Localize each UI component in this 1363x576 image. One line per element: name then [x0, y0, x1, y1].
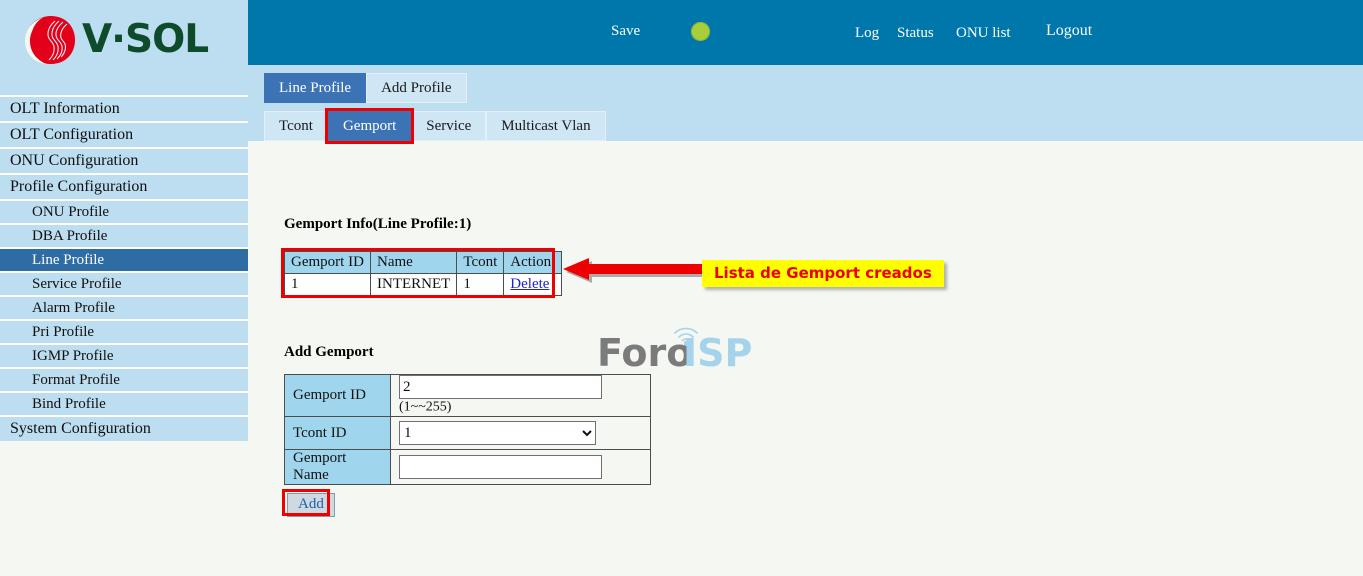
sidebar-item-format-profile[interactable]: Format Profile [0, 367, 248, 391]
sidebar-item-label: IGMP Profile [32, 348, 114, 364]
sidebar-item-onu-configuration[interactable]: ONU Configuration [0, 147, 248, 173]
col-gemport-id: Gemport ID [284, 251, 371, 274]
gemport-name-input[interactable] [399, 455, 602, 479]
gemport-info-table: Gemport ID Name Tcont Action 1 INTERNET … [284, 251, 563, 296]
form-row-tcont-id: Tcont ID 1 [284, 416, 651, 450]
label-tcont-id: Tcont ID [284, 416, 391, 450]
form-row-gemport-id: Gemport ID (1~~255) [284, 374, 651, 417]
col-action: Action [503, 251, 563, 274]
add-button[interactable]: Add [287, 493, 335, 517]
sidebar-item-pri-profile[interactable]: Pri Profile [0, 319, 248, 343]
gemport-id-range-hint: (1~~255) [399, 399, 452, 415]
sidebar-item-label: OLT Information [10, 100, 120, 117]
logout-link[interactable]: Logout [1046, 23, 1092, 39]
svg-text:Foro: Foro [597, 331, 692, 375]
foroisp-watermark: Foro ISP [597, 327, 752, 375]
onu-list-link[interactable]: ONU list [956, 26, 1011, 41]
sidebar-item-line-profile[interactable]: Line Profile [0, 247, 248, 271]
sidebar-item-label: ONU Profile [32, 204, 110, 220]
sidebar-item-label: Format Profile [32, 372, 120, 388]
tab-service[interactable]: Service [411, 111, 487, 141]
status-link[interactable]: Status [897, 26, 934, 41]
label-gemport-name: Gemport Name [284, 449, 391, 485]
col-name: Name [369, 251, 458, 274]
content-area: Line Profile Add Profile Tcont Gemport Serv… [248, 65, 1363, 576]
status-indicator-dot [691, 22, 710, 41]
save-button[interactable]: Save [611, 24, 640, 39]
log-link[interactable]: Log [855, 26, 879, 41]
field-gemport-id: (1~~255) [390, 374, 651, 417]
sidebar-item-label: Pri Profile [32, 324, 95, 340]
col-tcont: Tcont [456, 251, 505, 274]
sidebar-item-label: DBA Profile [32, 228, 108, 244]
gemport-id-input[interactable] [399, 375, 602, 399]
sidebar-item-label: Line Profile [32, 252, 105, 268]
tab-line-profile[interactable]: Line Profile [264, 73, 367, 103]
table-row: 1 INTERNET 1 Delete [284, 273, 563, 296]
sidebar-item-olt-configuration[interactable]: OLT Configuration [0, 121, 248, 147]
sidebar-item-service-profile[interactable]: Service Profile [0, 271, 248, 295]
annotation-callout-label: Lista de Gemport creados [702, 260, 944, 287]
sidebar-item-label: Service Profile [32, 276, 122, 292]
sidebar-item-label: System Configuration [10, 420, 151, 437]
tab-multicast-vlan[interactable]: Multicast Vlan [486, 111, 606, 141]
brand-logo-text: V·SOL [82, 17, 209, 62]
svg-text:ISP: ISP [683, 331, 752, 375]
top-header-bar [248, 0, 1363, 65]
primary-tab-bar: Line Profile Add Profile [264, 73, 467, 103]
sidebar-item-bind-profile[interactable]: Bind Profile [0, 391, 248, 415]
tab-gemport[interactable]: Gemport [324, 108, 415, 144]
sidebar-item-label: Bind Profile [32, 396, 106, 412]
add-gemport-form: Gemport ID (1~~255) Tcont ID 1 Gemp [284, 374, 651, 485]
sidebar-item-dba-profile[interactable]: DBA Profile [0, 223, 248, 247]
gemport-info-title: Gemport Info(Line Profile:1) [284, 216, 472, 232]
sidebar-item-label: Alarm Profile [32, 300, 115, 316]
gemport-panel: Gemport Info(Line Profile:1) Gemport ID … [248, 141, 1363, 576]
secondary-tab-bar: Tcont Gemport Service Multicast Vlan [264, 108, 606, 144]
sidebar-item-olt-information[interactable]: OLT Information [0, 95, 248, 121]
sidebar-item-system-configuration[interactable]: System Configuration [0, 415, 248, 441]
label-gemport-id: Gemport ID [284, 374, 391, 417]
sidebar-item-onu-profile[interactable]: ONU Profile [0, 199, 248, 223]
field-gemport-name [390, 449, 651, 485]
cell-gemport-id: 1 [284, 273, 371, 296]
sidebar-item-label: ONU Configuration [10, 152, 139, 169]
table-header-row: Gemport ID Name Tcont Action [284, 251, 563, 274]
add-gemport-title: Add Gemport [284, 344, 374, 360]
sidebar-item-alarm-profile[interactable]: Alarm Profile [0, 295, 248, 319]
annotation-left-arrow-icon [563, 258, 708, 283]
cell-name: INTERNET [369, 273, 458, 296]
sidebar-item-label: Profile Configuration [10, 178, 148, 195]
sidebar-item-igmp-profile[interactable]: IGMP Profile [0, 343, 248, 367]
tab-tcont[interactable]: Tcont [264, 111, 328, 141]
vsol-sphere-logo-icon [25, 16, 75, 64]
field-tcont-id: 1 [390, 416, 651, 450]
tcont-id-select[interactable]: 1 [399, 421, 596, 445]
form-row-gemport-name: Gemport Name [284, 449, 651, 485]
cell-action: Delete [503, 273, 563, 296]
sidebar-item-profile-configuration[interactable]: Profile Configuration [0, 173, 248, 199]
delete-link[interactable]: Delete [510, 276, 549, 292]
cell-tcont: 1 [456, 273, 505, 296]
sidebar-nav: OLT Information OLT Configuration ONU Conf… [0, 95, 248, 487]
tab-add-profile[interactable]: Add Profile [366, 73, 467, 103]
sidebar-item-label: OLT Configuration [10, 126, 134, 143]
brand-logo: V·SOL [20, 12, 230, 68]
